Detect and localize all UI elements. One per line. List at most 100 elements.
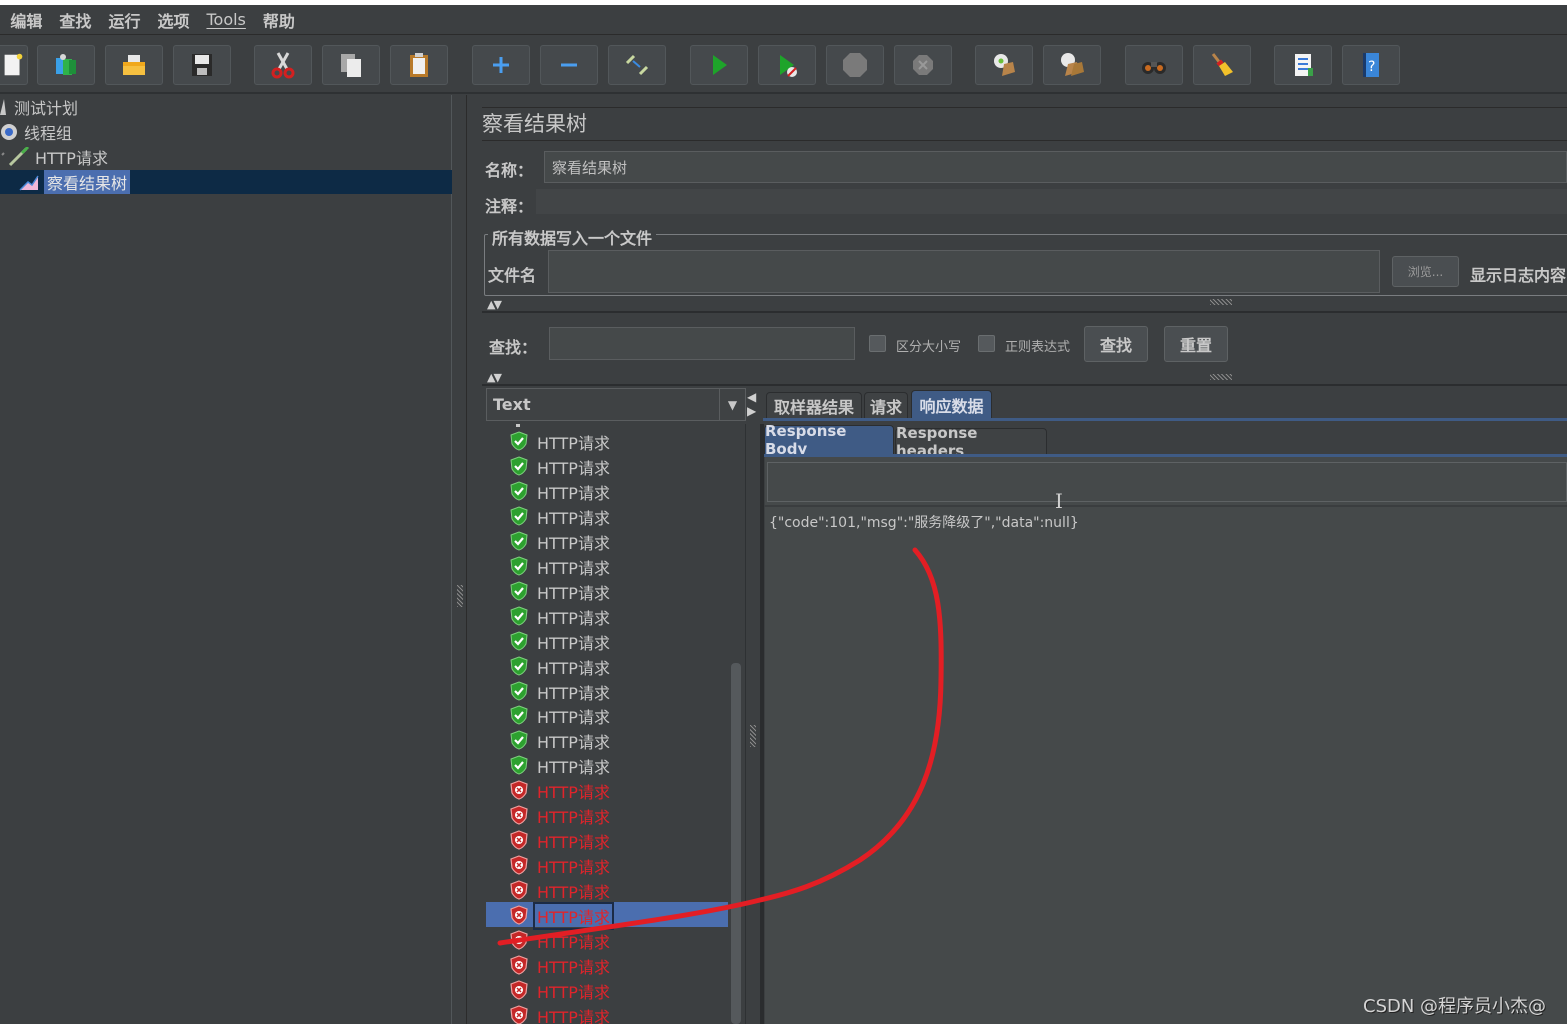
result-item[interactable]: HTTP请求 — [486, 952, 728, 977]
minus-icon — [561, 63, 577, 67]
result-item[interactable]: HTTP请求 — [486, 777, 728, 802]
function-helper-button[interactable] — [1274, 45, 1332, 85]
result-item-label: HTTP请求 — [537, 434, 610, 453]
result-item[interactable]: HTTP请求 — [486, 877, 728, 902]
error-shield-icon — [510, 955, 528, 975]
name-input[interactable]: 察看结果树 — [544, 151, 1567, 183]
results-scrollbar[interactable] — [731, 663, 741, 1024]
result-item[interactable]: HTTP请求 — [486, 528, 728, 553]
shutdown-button[interactable] — [894, 45, 952, 85]
result-item[interactable]: HTTP请求 — [486, 852, 728, 877]
templates-button[interactable] — [37, 45, 95, 85]
search-input[interactable] — [549, 327, 855, 360]
broom-icon — [1211, 53, 1233, 76]
copy-button[interactable] — [322, 45, 380, 85]
result-item[interactable]: HTTP请求 — [486, 503, 728, 528]
save-button[interactable] — [173, 45, 231, 85]
result-item[interactable]: HTTP请求 — [486, 727, 728, 752]
tab-response-data[interactable]: 响应数据 — [911, 390, 992, 418]
success-shield-icon — [510, 680, 528, 701]
tree-item-label: 察看结果树 — [44, 170, 131, 194]
result-item[interactable]: HTTP请求 — [486, 802, 728, 827]
binoculars-icon — [1142, 62, 1166, 74]
result-item[interactable]: HTTP请求 — [486, 927, 728, 952]
tree-item-test-plan[interactable]: 测试计划 — [0, 95, 78, 119]
subtab-response-body[interactable]: Response Body — [764, 422, 894, 458]
help-button[interactable]: ? — [1342, 45, 1400, 85]
expand-button[interactable] — [472, 45, 530, 85]
menu-help[interactable]: 帮助 — [263, 8, 295, 32]
result-item[interactable]: HTTP请求 — [486, 977, 728, 1002]
tree-item-view-results-tree[interactable]: 察看结果树 — [0, 170, 452, 194]
menu-search[interactable]: 查找 — [59, 8, 91, 32]
result-item-label: HTTP请求 — [537, 633, 610, 653]
menu-tools[interactable]: Tools — [206, 10, 245, 29]
pipette-icon — [1, 147, 30, 167]
response-body-text[interactable]: {"code":101,"msg":"服务降级了","data":null} — [769, 512, 1079, 532]
result-item[interactable]: HTTP请求 — [486, 453, 728, 478]
tree-item-http-request[interactable]: HTTP请求 — [0, 145, 108, 169]
reset-search-button[interactable] — [1193, 45, 1251, 85]
split-grip-2[interactable] — [1210, 374, 1232, 380]
menu-run[interactable]: 运行 — [108, 8, 140, 32]
result-item[interactable]: HTTP请求 — [486, 1002, 728, 1024]
find-button[interactable]: 查找 — [1084, 326, 1148, 362]
result-item[interactable]: HTTP请求 — [486, 827, 728, 852]
name-label: 名称： — [485, 161, 534, 180]
splitter-grip[interactable] — [457, 585, 463, 607]
collapse-button[interactable] — [540, 45, 598, 85]
result-item[interactable]: HTTP请求 — [486, 478, 728, 503]
save-disk-icon — [192, 54, 212, 76]
clear-all-broom-icon — [1061, 53, 1084, 76]
error-shield-icon — [510, 855, 528, 875]
subtab-response-headers[interactable]: Response headers — [895, 424, 1047, 460]
tab-sampler-result[interactable]: 取样器结果 — [766, 392, 862, 418]
split-arrows-icon[interactable]: ◀ ▶ — [747, 390, 756, 418]
result-item[interactable]: HTTP请求 — [486, 752, 728, 777]
main-splitter[interactable] — [453, 95, 467, 1024]
search-button[interactable] — [1125, 45, 1183, 85]
clear-button[interactable] — [975, 45, 1033, 85]
split-grip-1[interactable] — [1210, 299, 1232, 305]
result-item[interactable]: HTTP请求 — [486, 702, 728, 727]
tab-request[interactable]: 请求 — [864, 392, 908, 418]
menu-bar: : 编辑 查找 运行 选项 Tools 帮助 — [0, 5, 1567, 35]
response-search-field[interactable] — [767, 462, 1567, 502]
toggle-button[interactable] — [608, 45, 666, 85]
error-shield-icon — [510, 930, 528, 950]
open-button[interactable] — [105, 45, 163, 85]
result-item[interactable]: HTTP请求 — [486, 628, 728, 653]
result-item-label: HTTP请求 — [537, 658, 610, 678]
menu-edit[interactable]: 编辑 — [10, 8, 42, 32]
case-sensitive-checkbox[interactable] — [869, 335, 886, 352]
result-item-label: HTTP请求 — [537, 558, 610, 578]
result-item[interactable]: HTTP请求 — [486, 902, 728, 931]
result-item[interactable]: HTTP请求 — [486, 653, 728, 678]
cut-button[interactable] — [254, 45, 312, 85]
browse-button[interactable]: 浏览... — [1392, 256, 1459, 287]
paste-button[interactable] — [390, 45, 448, 85]
collapse-arrows[interactable]: ▲▼ — [487, 298, 502, 311]
comment-input[interactable] — [536, 189, 1567, 214]
clear-all-button[interactable] — [1043, 45, 1101, 85]
new-button[interactable] — [0, 45, 28, 85]
start-button[interactable] — [690, 45, 748, 85]
comment-label: 注释： — [485, 197, 534, 216]
filename-input[interactable] — [548, 250, 1380, 293]
start-no-pauses-button[interactable] — [758, 45, 816, 85]
stop-button[interactable] — [826, 45, 884, 85]
result-item[interactable]: HTTP请求 — [486, 603, 728, 628]
result-item[interactable]: HTTP请求 — [486, 428, 728, 453]
results-split-grip[interactable] — [750, 725, 756, 747]
collapse-arrows-2[interactable]: ▲▼ — [487, 371, 502, 384]
regex-checkbox[interactable] — [978, 335, 995, 352]
result-item[interactable]: HTTP请求 — [486, 553, 728, 578]
result-item[interactable]: HTTP请求 — [486, 578, 728, 603]
response-body-area — [765, 457, 1567, 1024]
results-list[interactable]: HTTP请求 HTTP请求 HTTP请求 HTTP请求 HTTP请求 HTTP请求 HTTP… — [486, 424, 746, 1024]
result-item[interactable]: HTTP请求 — [486, 678, 728, 703]
renderer-select[interactable]: Text ▼ — [486, 388, 746, 421]
reset-button[interactable]: 重置 — [1164, 326, 1228, 362]
menu-options[interactable]: 选项 — [157, 8, 189, 32]
tree-item-thread-group[interactable]: 线程组 — [0, 120, 72, 144]
